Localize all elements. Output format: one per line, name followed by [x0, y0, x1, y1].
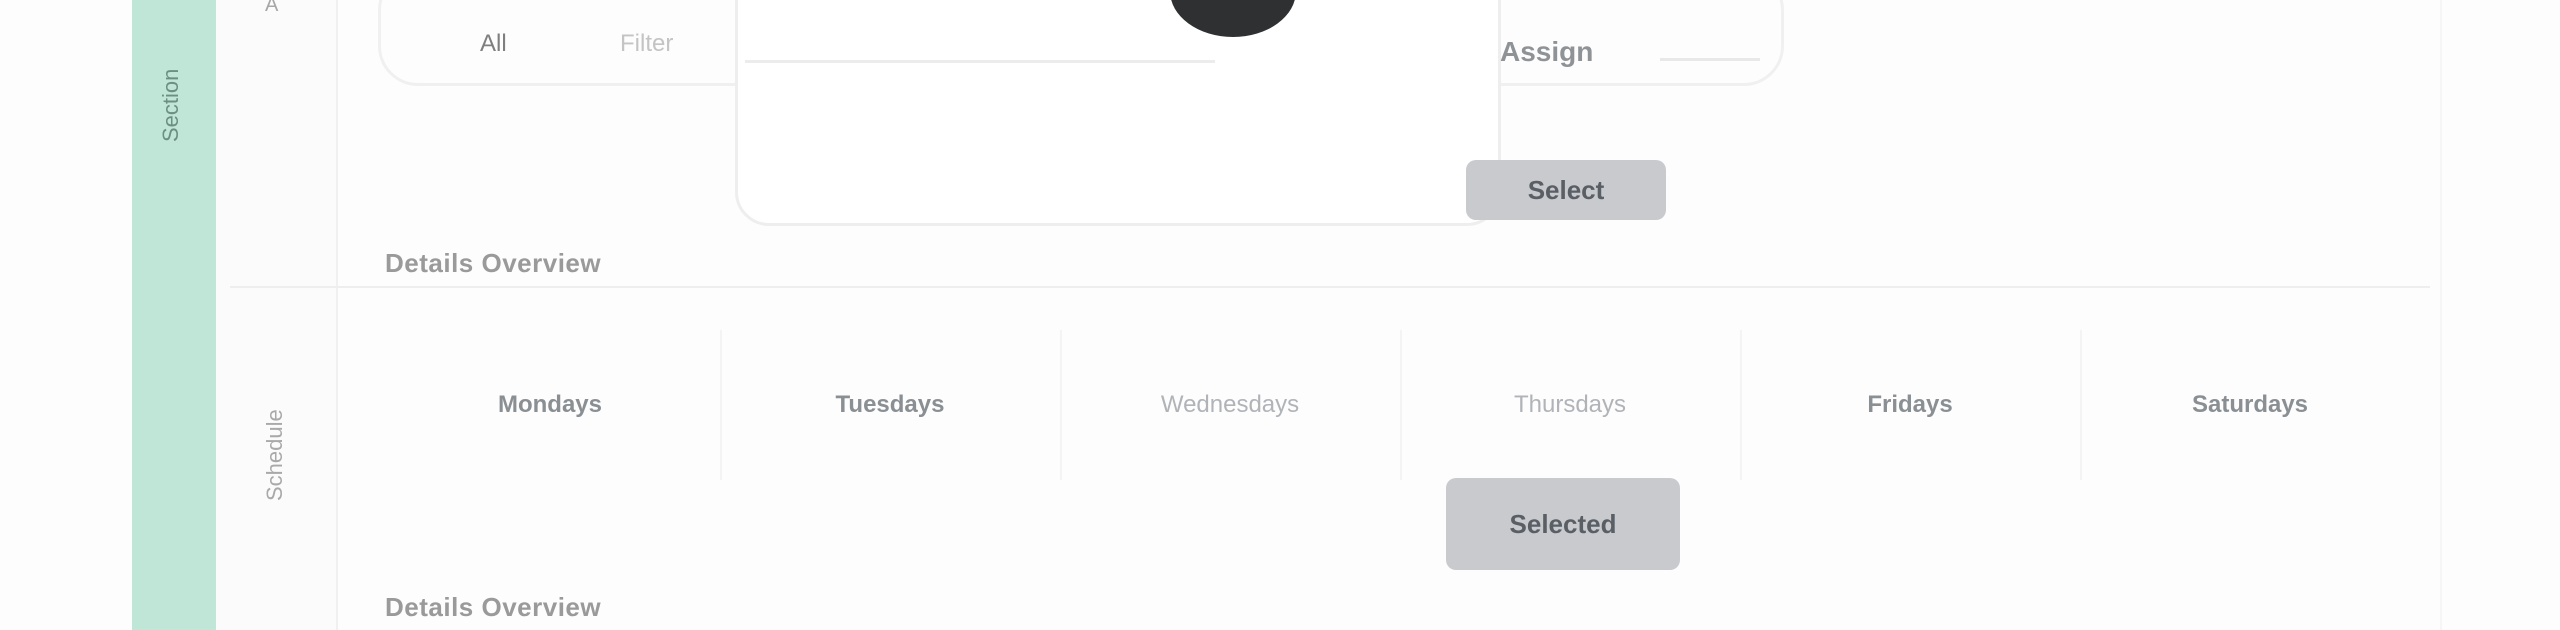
sidebar-rail[interactable]: Section [132, 0, 216, 630]
column-header-friday[interactable]: Fridays [1740, 330, 2082, 480]
detail-card [735, 0, 1501, 226]
pill-cap-line [1660, 58, 1760, 61]
column-header-label: Mondays [497, 391, 602, 418]
section-label-top: Details Overview [385, 248, 602, 278]
app-root: Section A Schedule All Filter Assign Sel… [0, 0, 2560, 630]
column-header-saturday[interactable]: Saturdays [2080, 330, 2420, 480]
column-header-label: Wednesdays [1160, 391, 1300, 418]
column-header-monday[interactable]: Mondays [380, 330, 722, 480]
selected-chip-button[interactable]: Selected [1446, 478, 1680, 570]
column-header-wednesday[interactable]: Wednesdays [1060, 330, 1402, 480]
right-edge-divider [2440, 0, 2442, 630]
column-header-tuesday[interactable]: Tuesdays [720, 330, 1062, 480]
column-header-label: Thursdays [1513, 391, 1627, 418]
day-column-headers: Mondays Tuesdays Wednesdays Thursdays Fr… [380, 330, 2440, 490]
column-header-label: Fridays [1867, 391, 1953, 418]
select-chip-button[interactable]: Select [1466, 160, 1666, 220]
row-label-top: A [265, 0, 279, 16]
assign-label: Assign [1500, 36, 1594, 67]
tab-filter[interactable]: Filter [620, 30, 673, 58]
column-header-label: Saturdays [2191, 391, 2309, 418]
tab-all[interactable]: All [480, 30, 507, 58]
sidebar-rail-label: Section [158, 68, 183, 142]
section-label-bottom: Details Overview [385, 592, 602, 622]
detail-card-divider [745, 60, 1215, 63]
row-label-bottom: Schedule [262, 409, 287, 501]
column-header-label: Tuesdays [835, 391, 945, 418]
column-header-thursday[interactable]: Thursdays [1400, 330, 1742, 480]
row-divider [230, 286, 2430, 288]
